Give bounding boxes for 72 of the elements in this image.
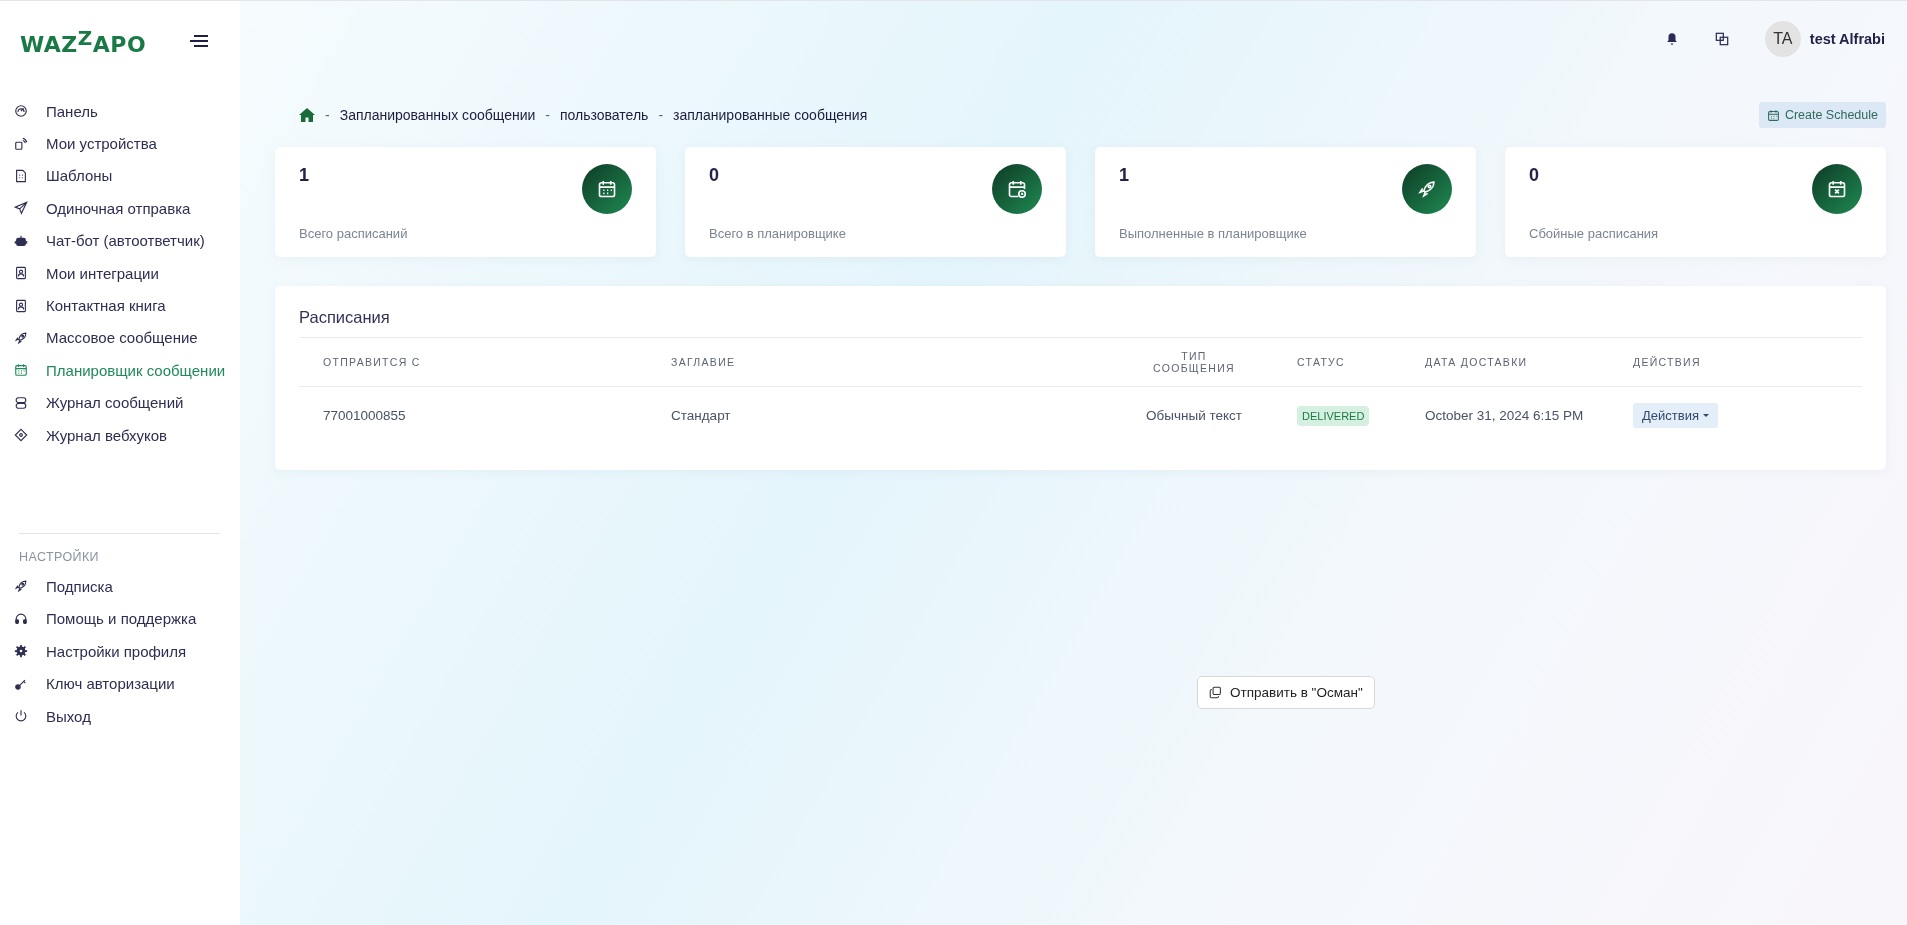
- table-title: Расписания: [299, 308, 1862, 338]
- sidebar-item[interactable]: Журнал сообщений: [14, 386, 220, 419]
- table-cell: Обычный текст: [1115, 386, 1273, 444]
- stat-label: Выполненные в планировщике: [1119, 226, 1307, 241]
- sidebar-item-icon: [14, 104, 28, 119]
- breadcrumb-link[interactable]: запланированные сообщения: [673, 107, 868, 123]
- column-header: ОТПРАВИТСЯ С: [299, 338, 647, 387]
- table-cell: Стандарт: [647, 386, 1115, 444]
- send-to-button[interactable]: Отправить в "Осман": [1197, 676, 1375, 709]
- create-schedule-button[interactable]: Create Schedule: [1758, 102, 1886, 128]
- stat-icon: [1007, 179, 1027, 199]
- sidebar-item[interactable]: Одиночная отправка: [14, 192, 220, 225]
- breadcrumb-separator: -: [658, 107, 664, 123]
- column-header: ДАТА ДОСТАВКИ: [1401, 338, 1609, 387]
- user-name[interactable]: test Alfrabi: [1809, 30, 1885, 47]
- stat-icon: [1417, 179, 1437, 199]
- sidebar-item-icon: [14, 428, 28, 443]
- sidebar-item-icon: [14, 579, 28, 594]
- sidebar-item-icon: [14, 709, 28, 724]
- sidebar-item-icon: [14, 330, 28, 345]
- stat-icon: [597, 179, 617, 199]
- sidebar-item[interactable]: Мои интеграции: [14, 256, 220, 290]
- status-badge: DELIVERED: [1297, 406, 1370, 426]
- sidebar-item[interactable]: Шаблоны: [14, 159, 220, 193]
- sidebar-item-icon: [14, 201, 28, 216]
- avatar[interactable]: TA: [1764, 20, 1801, 57]
- breadcrumb-link[interactable]: пользователь: [560, 107, 649, 123]
- stat-value: 0: [1529, 165, 1540, 186]
- menu-icon[interactable]: [190, 35, 208, 47]
- sidebar-item[interactable]: Ключ авторизации: [14, 667, 220, 700]
- column-header: ТИП СООБЩЕНИЯ: [1115, 338, 1273, 387]
- stat-value: 1: [1119, 165, 1130, 186]
- stat-icon: [1827, 179, 1847, 199]
- sidebar-item[interactable]: Массовое сообщение: [14, 321, 220, 355]
- table-cell: 77001000855: [299, 386, 647, 444]
- sidebar-item[interactable]: Подписка: [14, 570, 220, 603]
- sidebar-item[interactable]: Панель: [14, 95, 220, 128]
- stat-label: Всего в планировщике: [709, 226, 846, 241]
- sidebar-item-icon: [14, 395, 28, 410]
- caret-icon: [1702, 414, 1709, 417]
- sidebar-item-icon: [14, 233, 28, 248]
- sidebar-item-icon: [14, 266, 28, 281]
- column-header: ДЕЙСТВИЯ: [1609, 338, 1862, 387]
- section-heading: НАСТРОЙКИ: [19, 550, 100, 565]
- sidebar-item[interactable]: Помощь и поддержка: [14, 602, 220, 636]
- copy-icon: [1209, 686, 1222, 699]
- sidebar-item-icon: [14, 611, 28, 626]
- sidebar-item-icon: [14, 136, 28, 151]
- sidebar-item[interactable]: Выход: [14, 699, 220, 733]
- sidebar-item-icon: [14, 168, 28, 183]
- column-header: СТАТУС: [1273, 338, 1401, 387]
- sidebar-item[interactable]: Чат-бот (автоответчик): [14, 224, 220, 257]
- breadcrumb-separator: -: [325, 107, 330, 123]
- home-icon[interactable]: [299, 108, 315, 122]
- breadcrumb-separator: -: [545, 107, 550, 123]
- stat-label: Всего расписаний: [299, 226, 408, 241]
- sidebar-item[interactable]: Настройки профиля: [14, 635, 220, 668]
- stat-label: Сбойные расписания: [1529, 226, 1659, 241]
- sidebar-item-icon: [14, 298, 28, 313]
- actions-dropdown[interactable]: Действия: [1633, 403, 1718, 428]
- column-header: ЗАГЛАВИЕ: [647, 338, 1115, 387]
- sidebar-item[interactable]: Журнал вебхуков: [14, 418, 220, 452]
- stat-value: 0: [709, 165, 720, 186]
- calendar-icon: [1766, 108, 1780, 122]
- sidebar-item-icon: [14, 363, 28, 378]
- breadcrumb-link[interactable]: Запланированных сообщении: [339, 107, 536, 123]
- sidebar-item-icon: [14, 644, 28, 659]
- sidebar-item[interactable]: Мои устройства: [14, 127, 220, 160]
- stat-value: 1: [299, 165, 310, 186]
- table-cell: October 31, 2024 6:15 PM: [1401, 386, 1609, 444]
- copy-icon[interactable]: [1714, 31, 1729, 46]
- sidebar-item[interactable]: Контактная книга: [14, 289, 220, 322]
